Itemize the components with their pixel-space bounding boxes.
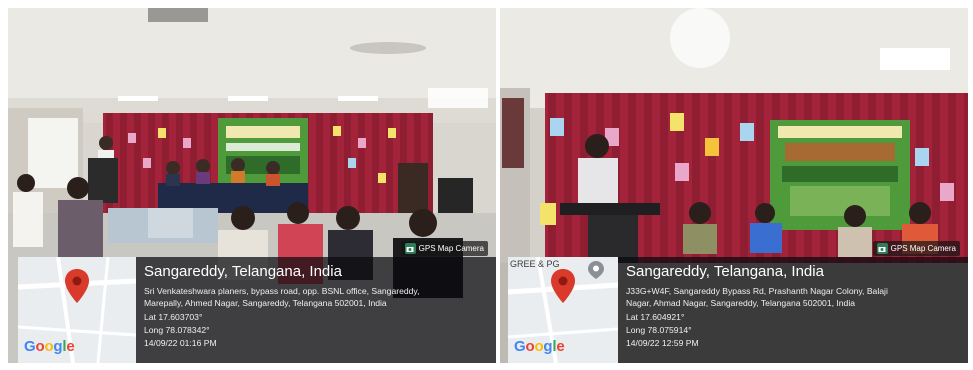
map-pin-icon [551,269,575,303]
photo-right: GREE & PG Google GPS Map Camera Sangared… [500,8,968,363]
google-logo: Google [24,338,75,355]
location-title: Sangareddy, Telangana, India [144,263,342,280]
latitude: Lat 17.604921° [626,312,685,322]
datetime: 14/09/22 12:59 PM [626,338,699,348]
gps-map-camera-tag: GPS Map Camera [400,241,488,256]
photo-left: Google GPS Map Camera Sangareddy, Telang… [8,8,496,363]
camera-tag-label: GPS Map Camera [890,244,956,253]
latitude: Lat 17.603703° [144,312,203,322]
map-thumbnail[interactable]: Google [18,257,136,363]
gps-overlay-right: GREE & PG Google GPS Map Camera Sangared… [500,241,968,363]
map-place-label: GREE & PG [510,259,560,269]
camera-icon [404,243,416,254]
camera-icon [876,243,888,254]
location-title: Sangareddy, Telangana, India [626,263,824,280]
longitude: Long 78.078342° [144,325,210,335]
address-line-2: Marepally, Ahmed Nagar, Sangareddy, Tela… [144,298,387,308]
map-place-marker-icon [588,261,604,279]
map-pin-icon [65,269,89,303]
address-line-2: Nagar, Ahmad Nagar, Sangareddy, Telangan… [626,298,856,308]
longitude: Long 78.075914° [626,325,692,335]
address-line-1: J33G+W4F, Sangareddy Bypass Rd, Prashant… [626,286,888,296]
gps-map-camera-tag: GPS Map Camera [872,241,960,256]
datetime: 14/09/22 01:16 PM [144,338,217,348]
google-logo: Google [514,338,565,355]
map-thumbnail[interactable]: GREE & PG Google [508,257,618,363]
camera-tag-label: GPS Map Camera [418,244,484,253]
gps-overlay-left: Google GPS Map Camera Sangareddy, Telang… [8,241,496,363]
address-line-1: Sri Venkateshwara planers, bypass road, … [144,286,420,296]
